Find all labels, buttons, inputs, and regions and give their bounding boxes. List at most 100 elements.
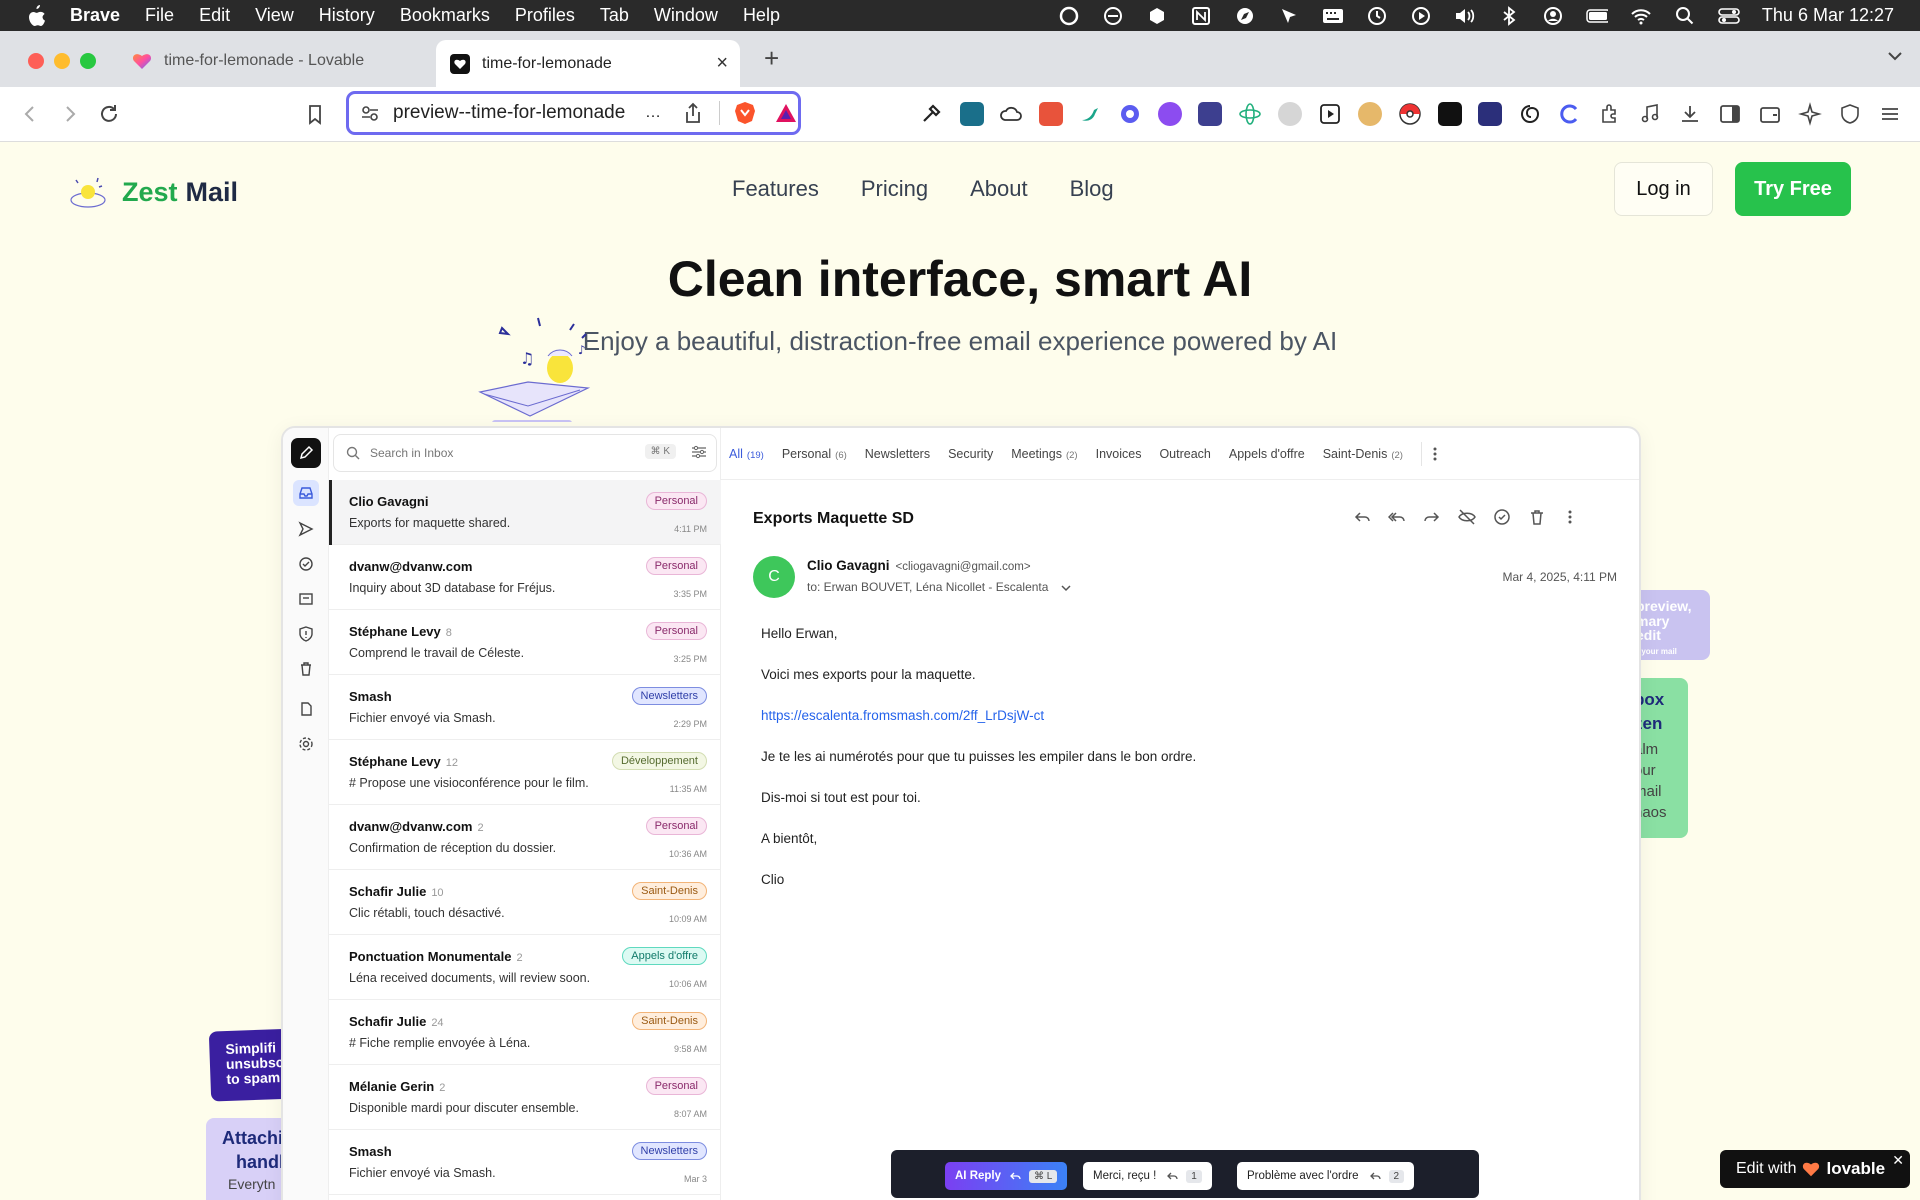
- compass-icon[interactable]: [1234, 5, 1256, 27]
- forward-arrow-icon[interactable]: [58, 102, 82, 126]
- brave-shields-icon[interactable]: [734, 101, 756, 125]
- notion-icon[interactable]: [1190, 5, 1212, 27]
- reply-all-icon[interactable]: [1388, 508, 1408, 528]
- forward-icon[interactable]: [1423, 508, 1443, 528]
- circle-extension-icon[interactable]: [1278, 102, 1302, 126]
- leo-ai-icon[interactable]: [1798, 102, 1822, 126]
- login-button[interactable]: Log in: [1614, 162, 1713, 216]
- filter-appels-doffre[interactable]: Appels d'offre: [1229, 447, 1305, 461]
- delete-trash-icon[interactable]: [1528, 508, 1548, 528]
- quick-reply-2-button[interactable]: Problème avec l'ordre 2: [1237, 1162, 1415, 1190]
- filter-personal[interactable]: Personal (6): [782, 447, 847, 461]
- drafts-file-icon[interactable]: [293, 696, 319, 722]
- bird-extension-icon[interactable]: [1078, 102, 1102, 126]
- hubspot-extension-icon[interactable]: [960, 102, 984, 126]
- nav-features[interactable]: Features: [732, 176, 819, 202]
- mail-row[interactable]: Clio Gavagni Exports for maquette shared…: [329, 480, 721, 545]
- mail-row[interactable]: Schafir Julie 10 Clic rétabli, touch désa…: [329, 870, 721, 935]
- filter-all[interactable]: All (19): [729, 447, 764, 461]
- c-extension-icon[interactable]: [1558, 102, 1582, 126]
- spotlight-search-icon[interactable]: [1674, 5, 1696, 27]
- sidebar-toggle-icon[interactable]: [1718, 102, 1742, 126]
- sparkle-extension-icon[interactable]: [1118, 102, 1142, 126]
- menu-help[interactable]: Help: [743, 5, 780, 26]
- k-extension-icon[interactable]: [1158, 102, 1182, 126]
- filter-sliders-icon[interactable]: [690, 443, 708, 461]
- filter-security[interactable]: Security: [948, 447, 993, 461]
- tab-lovable[interactable]: time-for-lemonade - Lovable: [118, 41, 430, 81]
- back-arrow-icon[interactable]: [18, 102, 42, 126]
- trash-icon[interactable]: [293, 656, 319, 682]
- sent-icon[interactable]: [293, 516, 319, 542]
- keyboard-icon[interactable]: [1322, 5, 1344, 27]
- puzzle-extensions-icon[interactable]: [1598, 102, 1622, 126]
- edit-with-lovable-badge[interactable]: Edit with lovable ✕: [1720, 1150, 1910, 1188]
- react-extension-icon[interactable]: [1238, 102, 1262, 126]
- menu-profiles[interactable]: Profiles: [515, 5, 575, 26]
- lens-extension-icon[interactable]: [1198, 102, 1222, 126]
- spam-shield-icon[interactable]: [293, 621, 319, 647]
- mail-row[interactable]: Schafir Julie 24 # Fiche remplie envoyée …: [329, 1000, 721, 1065]
- nav-pricing[interactable]: Pricing: [861, 176, 928, 202]
- tab-time-for-lemonade[interactable]: time-for-lemonade ×: [436, 40, 740, 87]
- filter-meetings[interactable]: Meetings (2): [1011, 447, 1077, 461]
- new-tab-button[interactable]: +: [764, 43, 779, 74]
- user-account-icon[interactable]: [1542, 5, 1564, 27]
- cloud-extension-icon[interactable]: [999, 102, 1023, 126]
- brave-rewards-icon[interactable]: [774, 102, 798, 124]
- star-extension-icon[interactable]: [1478, 102, 1502, 126]
- share-icon[interactable]: [683, 102, 703, 124]
- hide-eye-icon[interactable]: [1458, 508, 1478, 528]
- mail-row[interactable]: Stéphane Levy 12 # Propose une visioconfé…: [329, 740, 721, 805]
- cursor-icon[interactable]: [1278, 5, 1300, 27]
- apple-logo-icon[interactable]: [26, 4, 52, 27]
- wallet-icon[interactable]: [1758, 102, 1782, 126]
- reply-icon[interactable]: [1353, 508, 1373, 528]
- tab-close-icon[interactable]: ×: [716, 52, 728, 75]
- download-icon[interactable]: [1678, 102, 1702, 126]
- site-settings-icon[interactable]: [359, 102, 381, 124]
- more-vertical-icon[interactable]: [1432, 446, 1438, 462]
- menu-history[interactable]: History: [319, 5, 375, 26]
- address-bar[interactable]: preview--time-for-lemonade …: [346, 91, 801, 135]
- pokeball-extension-icon[interactable]: [1398, 102, 1422, 126]
- nav-blog[interactable]: Blog: [1070, 176, 1114, 202]
- video-extension-icon[interactable]: [1318, 102, 1342, 126]
- vpn-shield-icon[interactable]: [1838, 102, 1862, 126]
- volume-icon[interactable]: [1454, 5, 1476, 27]
- ai-reply-button[interactable]: AI Reply ⌘ L: [945, 1162, 1068, 1190]
- recipients-line[interactable]: to: Erwan BOUVET, Léna Nicollet - Escale…: [807, 580, 1072, 594]
- menu-tab[interactable]: Tab: [600, 5, 629, 26]
- nav-about[interactable]: About: [970, 176, 1028, 202]
- time-machine-icon[interactable]: [1366, 5, 1388, 27]
- eyedropper-extension-icon[interactable]: [919, 102, 943, 126]
- menu-edit[interactable]: Edit: [199, 5, 230, 26]
- menu-bookmarks[interactable]: Bookmarks: [400, 5, 490, 26]
- done-check-icon[interactable]: [293, 551, 319, 577]
- menu-app-name[interactable]: Brave: [70, 5, 120, 26]
- window-close-button[interactable]: [28, 53, 44, 69]
- search-inbox-input[interactable]: Search in Inbox ⌘ K: [333, 434, 717, 472]
- inbox-icon[interactable]: [293, 480, 319, 506]
- sync-icon[interactable]: [1102, 5, 1124, 27]
- mail-row[interactable]: Mélanie Gerin 2 Disponible mardi pour dis…: [329, 1065, 721, 1130]
- chart-extension-icon[interactable]: [1039, 102, 1063, 126]
- mail-row[interactable]: Stéphane Levy 8 Comprend le travail de Cé…: [329, 610, 721, 675]
- chevron-down-icon[interactable]: [1060, 582, 1072, 594]
- shield-app-icon[interactable]: [1146, 5, 1168, 27]
- window-minimize-button[interactable]: [54, 53, 70, 69]
- compose-pencil-icon[interactable]: [291, 438, 321, 468]
- avatar-extension-icon[interactable]: [1358, 102, 1382, 126]
- music-icon[interactable]: [1638, 102, 1662, 126]
- hamburger-menu-icon[interactable]: [1878, 102, 1902, 126]
- tab-search-chevron-icon[interactable]: [1886, 47, 1904, 65]
- menu-view[interactable]: View: [255, 5, 294, 26]
- robot-extension-icon[interactable]: [1438, 102, 1462, 126]
- url-text[interactable]: preview--time-for-lemonade: [393, 102, 641, 124]
- bluetooth-icon[interactable]: [1498, 5, 1520, 27]
- filter-invoices[interactable]: Invoices: [1096, 447, 1142, 461]
- mail-row[interactable]: Smash Fichier envoyé via Smash. Newslett…: [329, 675, 721, 740]
- more-options-icon[interactable]: [1567, 508, 1587, 528]
- swirl-extension-icon[interactable]: [1518, 102, 1542, 126]
- wifi-icon[interactable]: [1630, 5, 1652, 27]
